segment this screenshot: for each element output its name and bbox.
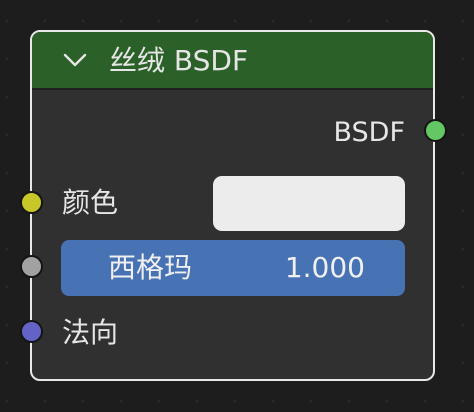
node-title: 丝绒 BSDF [109, 44, 249, 77]
chevron-down-icon[interactable] [62, 49, 88, 71]
sigma-value: 1.000 [284, 251, 365, 284]
input-sigma-socket[interactable] [20, 255, 43, 278]
node-header[interactable]: 丝绒 BSDF [32, 32, 433, 90]
sigma-label: 西格玛 [108, 251, 193, 284]
input-color-socket[interactable] [20, 191, 43, 214]
output-bsdf-label: BSDF [333, 117, 405, 148]
velvet-bsdf-node[interactable]: 丝绒 BSDF BSDF 颜色 西格玛 1.000 法向 [30, 30, 435, 381]
sigma-slider[interactable]: 西格玛 1.000 [61, 240, 405, 296]
color-swatch-field[interactable] [213, 176, 405, 231]
output-bsdf-socket[interactable] [424, 119, 447, 142]
input-normal-socket[interactable] [20, 320, 43, 343]
input-color-label: 颜色 [62, 186, 119, 219]
node-editor-canvas[interactable]: 丝绒 BSDF BSDF 颜色 西格玛 1.000 法向 [0, 0, 474, 412]
input-normal-label: 法向 [62, 316, 119, 349]
